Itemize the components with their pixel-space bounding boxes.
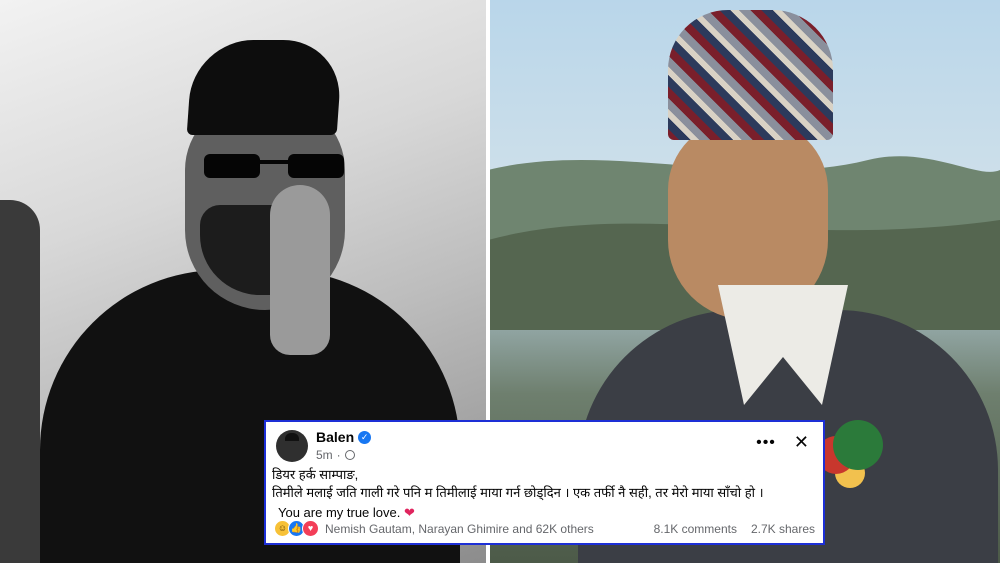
reacted-by-text[interactable]: Nemish Gautam, Narayan Ghimire and 62K o… xyxy=(325,522,594,536)
background-person xyxy=(0,200,40,563)
post-text: डियर हर्क साम्पाङ, तिमीले मलाई जति गाली … xyxy=(272,466,815,522)
shares-count[interactable]: 2.7K shares xyxy=(751,522,815,536)
facebook-post-card: Balen ✓ 5m · ••• ✕ डियर हर्क साम्पाङ, ति… xyxy=(264,420,825,545)
love-icon: ♥ xyxy=(302,520,319,537)
post-header: Balen ✓ xyxy=(316,429,372,445)
reaction-icons[interactable]: ☺ 👍 ♥ xyxy=(274,520,319,537)
globe-icon xyxy=(344,450,355,460)
post-meta: 5m · xyxy=(316,448,355,462)
comments-count[interactable]: 8.1K comments xyxy=(654,522,737,536)
post-actions: ••• ✕ xyxy=(756,432,809,453)
author-name[interactable]: Balen xyxy=(316,429,354,445)
avatar[interactable] xyxy=(276,430,308,462)
left-man-dhaka-topi xyxy=(186,40,344,135)
post-line-1: डियर हर्क साम्पाङ, xyxy=(272,467,359,482)
post-time[interactable]: 5m xyxy=(316,448,333,462)
verified-badge-icon: ✓ xyxy=(358,430,372,444)
more-options-icon[interactable]: ••• xyxy=(756,434,776,452)
sunglasses-icon xyxy=(204,154,344,178)
close-icon[interactable]: ✕ xyxy=(794,432,809,453)
post-footer: ☺ 👍 ♥ Nemish Gautam, Narayan Ghimire and… xyxy=(274,520,815,537)
heart-icon: ❤ xyxy=(404,505,415,520)
right-man-dhaka-topi xyxy=(668,10,833,140)
post-line-2: तिमीले मलाई जति गाली गरे पनि म तिमीलाई म… xyxy=(272,485,764,500)
decorative-brooch xyxy=(833,420,883,470)
namaste-hands xyxy=(270,185,330,355)
